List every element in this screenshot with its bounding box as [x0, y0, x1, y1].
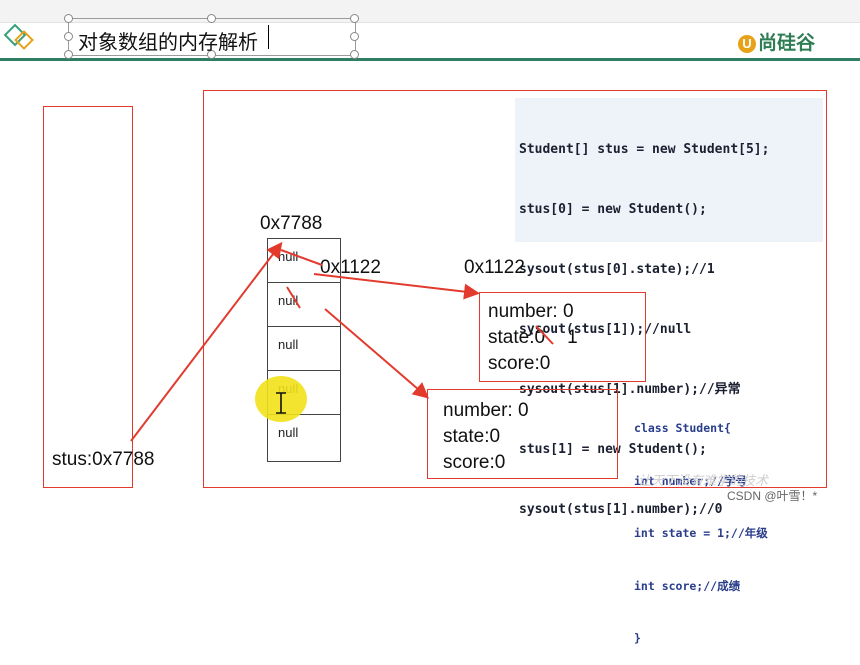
csdn-watermark: CSDN @叶雪！* [727, 489, 818, 503]
strike-mark [280, 249, 323, 266]
cell0-to-object-arrow [313, 273, 480, 300]
class-line: } [634, 631, 641, 645]
cell1-to-object-arrow [324, 308, 430, 399]
class-line: int state = 1;//年级 [634, 526, 768, 540]
strike-mark [535, 325, 554, 345]
stack-to-array-arrow [130, 241, 283, 442]
arrows-overlay [130, 241, 554, 442]
strike-mark [286, 286, 301, 309]
class-line: int score;//成绩 [634, 578, 741, 593]
